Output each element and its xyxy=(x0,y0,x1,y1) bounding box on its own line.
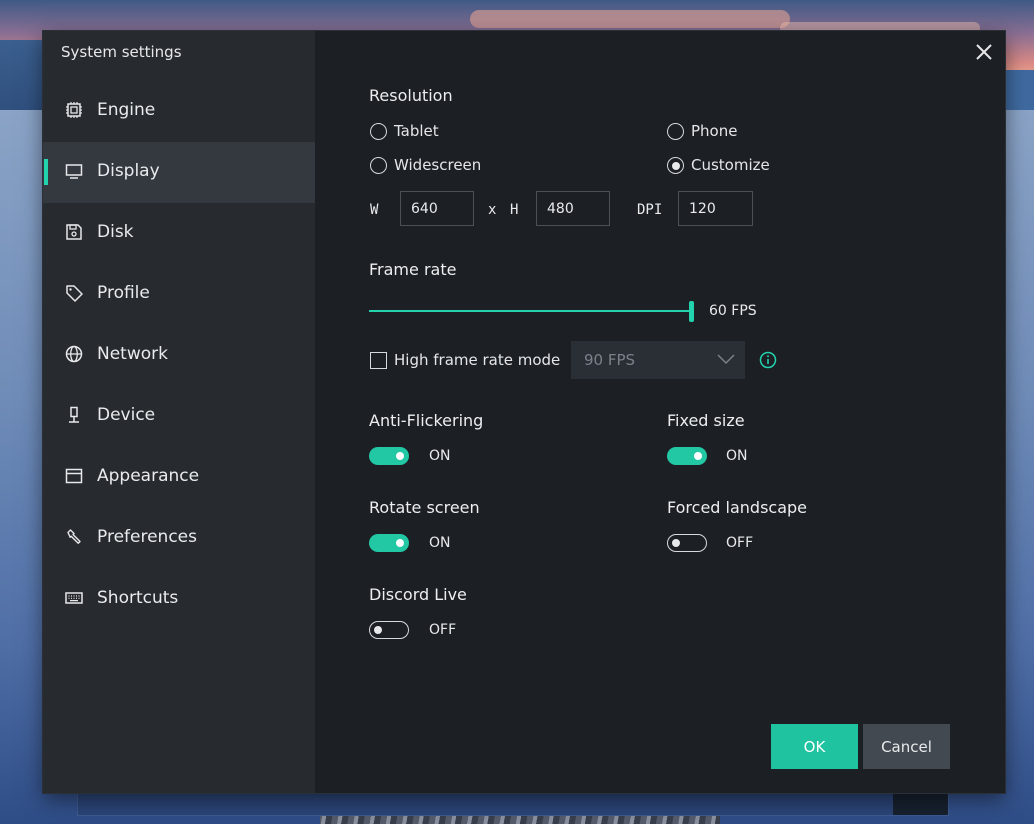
sidebar-item-preferences[interactable]: Preferences xyxy=(43,508,315,569)
width-input[interactable] xyxy=(400,191,474,226)
rotate-screen-label: Rotate screen xyxy=(369,498,480,517)
keyboard-icon xyxy=(65,592,83,604)
sidebar-item-device[interactable]: Device xyxy=(43,386,315,447)
sidebar-item-label: Display xyxy=(97,161,160,181)
radio-label: Widescreen xyxy=(394,156,482,174)
sidebar-item-label: Engine xyxy=(97,100,156,120)
select-value: 90 FPS xyxy=(584,351,636,369)
fixed-size-label: Fixed size xyxy=(667,411,745,430)
sidebar-item-shortcuts[interactable]: Shortcuts xyxy=(43,569,315,630)
cancel-button[interactable]: Cancel xyxy=(863,724,950,769)
window-icon xyxy=(65,468,83,484)
radio-circle xyxy=(370,157,387,174)
wallpaper-mountain xyxy=(1000,70,1034,110)
height-input[interactable] xyxy=(536,191,610,226)
radio-phone[interactable]: Phone xyxy=(667,122,787,142)
chevron-down-icon xyxy=(717,354,735,365)
ok-button[interactable]: OK xyxy=(771,724,858,769)
sidebar-item-disk[interactable]: Disk xyxy=(43,203,315,264)
discord-live-toggle[interactable] xyxy=(369,621,409,639)
radio-circle xyxy=(370,123,387,140)
display-settings-panel: Resolution Tablet Phone Widescreen Custo… xyxy=(315,31,1005,793)
sidebar-item-engine[interactable]: Engine xyxy=(43,81,315,142)
dialog-title: System settings xyxy=(61,43,182,61)
radio-customize[interactable]: Customize xyxy=(667,156,807,176)
high-frame-rate-label: High frame rate mode xyxy=(394,351,561,369)
disk-icon xyxy=(66,224,82,240)
anti-flickering-toggle[interactable] xyxy=(369,447,409,465)
tag-icon xyxy=(66,285,83,302)
sidebar-item-display[interactable]: Display xyxy=(43,142,315,203)
sidebar-item-label: Preferences xyxy=(97,527,197,547)
sidebar-item-label: Network xyxy=(97,344,168,364)
radio-widescreen[interactable]: Widescreen xyxy=(370,156,510,176)
monitor-icon xyxy=(65,164,83,179)
dpi-input[interactable] xyxy=(678,191,753,226)
radio-tablet[interactable]: Tablet xyxy=(370,122,490,142)
frame-rate-slider-thumb[interactable] xyxy=(689,301,694,322)
info-icon[interactable] xyxy=(759,351,777,369)
globe-icon xyxy=(65,345,83,363)
high-frame-rate-select[interactable]: 90 FPS xyxy=(571,341,745,379)
rotate-screen-toggle[interactable] xyxy=(369,534,409,552)
radio-label: Customize xyxy=(691,156,770,174)
sidebar: System settings Engine Display Disk Prof… xyxy=(43,31,315,793)
sidebar-item-label: Device xyxy=(97,405,156,425)
radio-circle xyxy=(667,123,684,140)
sidebar-item-label: Profile xyxy=(97,283,150,303)
forced-landscape-toggle[interactable] xyxy=(667,534,707,552)
high-frame-rate-checkbox[interactable] xyxy=(370,352,387,369)
frame-rate-slider-track[interactable] xyxy=(369,310,691,312)
fixed-size-state: ON xyxy=(726,448,748,464)
discord-live-label: Discord Live xyxy=(369,585,467,604)
sidebar-item-label: Shortcuts xyxy=(97,588,179,608)
fixed-size-toggle[interactable] xyxy=(667,447,707,465)
frame-rate-label: Frame rate xyxy=(369,260,457,279)
wallpaper-cloud xyxy=(470,10,790,28)
system-settings-dialog: System settings Engine Display Disk Prof… xyxy=(43,31,1005,793)
sidebar-item-appearance[interactable]: Appearance xyxy=(43,447,315,508)
background-window xyxy=(77,792,949,816)
radio-label: Phone xyxy=(691,122,738,140)
sidebar-item-label: Disk xyxy=(97,222,134,242)
height-label: H xyxy=(510,202,519,218)
forced-landscape-state: OFF xyxy=(726,535,754,551)
resolution-label: Resolution xyxy=(369,86,453,105)
forced-landscape-label: Forced landscape xyxy=(667,498,808,517)
dpi-label: DPI xyxy=(637,202,663,218)
cpu-icon xyxy=(66,102,82,118)
anti-flickering-label: Anti-Flickering xyxy=(369,411,484,430)
times-label: x xyxy=(488,202,497,218)
radio-label: Tablet xyxy=(394,122,439,140)
sidebar-item-network[interactable]: Network xyxy=(43,325,315,386)
frame-rate-value: 60 FPS xyxy=(709,303,757,319)
sidebar-item-label: Appearance xyxy=(97,466,200,486)
background-window-edge xyxy=(893,793,948,815)
sidebar-item-profile[interactable]: Profile xyxy=(43,264,315,325)
rotate-screen-state: ON xyxy=(429,535,451,551)
microphone-icon xyxy=(69,406,79,423)
discord-live-state: OFF xyxy=(429,622,457,638)
wrench-icon xyxy=(67,529,81,544)
width-label: W xyxy=(370,202,379,218)
radio-circle xyxy=(667,157,684,174)
anti-flickering-state: ON xyxy=(429,448,451,464)
